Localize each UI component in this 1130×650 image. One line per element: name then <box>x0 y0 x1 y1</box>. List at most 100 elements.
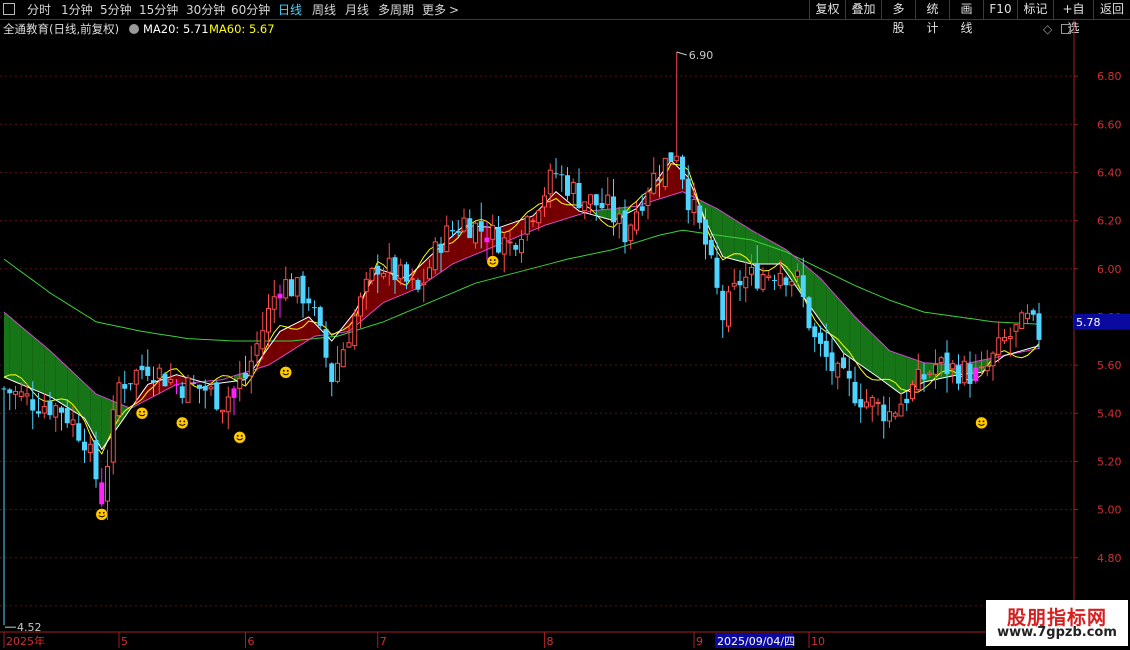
candle-body <box>553 173 559 175</box>
candle-body <box>530 220 536 223</box>
add-favorite-button[interactable]: +自选 <box>1053 0 1093 35</box>
x-tick-label: 2025年 <box>6 634 45 648</box>
candle-body <box>323 329 329 358</box>
more-chevron-icon[interactable]: > <box>449 2 459 18</box>
window-toggle-icon[interactable] <box>3 3 15 15</box>
candle-body <box>685 178 691 211</box>
period-tab-1min[interactable]: 1分钟 <box>61 2 93 18</box>
candle-body <box>289 279 294 297</box>
candle-body <box>87 443 93 454</box>
candle-body <box>708 239 714 256</box>
candle-body <box>749 267 754 275</box>
candle-body <box>910 384 915 400</box>
candle-body <box>795 270 800 277</box>
ma-band-fill <box>101 396 108 450</box>
candle-body <box>519 238 524 254</box>
candle-body <box>13 390 18 395</box>
candle-body <box>933 364 938 375</box>
stats-button[interactable]: 统计 <box>915 0 949 35</box>
candle-body <box>639 206 645 211</box>
smiley-eye <box>179 420 182 423</box>
candle-body <box>927 372 933 375</box>
candle-body <box>674 155 680 162</box>
candle-body <box>145 366 151 376</box>
period-tab-intraday[interactable]: 分时 <box>27 2 51 18</box>
candle-body <box>714 257 720 288</box>
candle-body <box>944 352 950 374</box>
period-tab-15min[interactable]: 15分钟 <box>139 2 178 18</box>
candle-body <box>409 278 415 281</box>
candle-body <box>697 205 703 223</box>
candle-body <box>128 383 133 385</box>
candle-body <box>1002 336 1007 342</box>
candle-body <box>467 218 473 239</box>
ma-band-fill <box>751 230 758 264</box>
period-tab-weekly[interactable]: 周线 <box>312 2 336 18</box>
smiley-eye <box>489 259 492 261</box>
y-tick-label: 5.00 <box>1097 504 1122 517</box>
mark-button[interactable]: 标记 <box>1017 0 1053 19</box>
ma-band-fill <box>855 316 861 366</box>
period-tab-30min[interactable]: 30分钟 <box>186 2 225 18</box>
candle-body <box>191 382 197 384</box>
ma-band-fill <box>757 233 763 264</box>
candle-body <box>772 280 777 282</box>
candle-body <box>864 401 869 408</box>
period-tab-more[interactable]: 更多 <box>422 2 446 18</box>
candle-body <box>283 279 289 299</box>
period-tab-60min[interactable]: 60分钟 <box>231 2 270 18</box>
ma-band-fill <box>291 322 298 351</box>
period-tab-multi[interactable]: 多周期 <box>378 2 414 18</box>
candle-body <box>1025 312 1030 320</box>
candle-body <box>133 369 139 385</box>
candle-body <box>461 217 467 232</box>
candle-body <box>76 423 82 441</box>
candle-body <box>214 382 220 410</box>
ma-band-fill <box>734 219 740 262</box>
candle-body <box>122 384 128 389</box>
candle-body <box>30 399 36 411</box>
candle-body <box>1036 313 1042 340</box>
candle-body <box>404 264 409 282</box>
period-tab-daily[interactable]: 日线 <box>278 2 302 18</box>
candle-body <box>260 330 266 350</box>
candle-body <box>432 241 438 271</box>
candle-body <box>237 377 243 389</box>
candle-body <box>542 195 547 208</box>
candle-body <box>570 181 576 195</box>
smiley-eye <box>143 410 145 413</box>
candle-body <box>846 370 852 379</box>
ma-band-fill <box>44 345 50 397</box>
period-tab-monthly[interactable]: 月线 <box>345 2 369 18</box>
f10-button[interactable]: F10 <box>983 0 1017 19</box>
candle-body <box>835 362 841 378</box>
overlay-button[interactable]: 叠加 <box>845 0 881 19</box>
candle-body <box>616 213 622 224</box>
ma-band-fill <box>510 221 516 240</box>
draw-line-button[interactable]: 画线 <box>949 0 983 35</box>
period-tab-5min[interactable]: 5分钟 <box>100 2 132 18</box>
candle-body <box>70 419 76 425</box>
candle-body <box>887 411 892 422</box>
candlestick-chart[interactable]: 4.604.805.005.205.405.605.806.006.206.40… <box>0 20 1130 650</box>
back-button[interactable]: 返回 <box>1093 0 1130 19</box>
candle-body <box>645 191 651 206</box>
ma-band-fill <box>78 377 85 419</box>
ma-band-fill <box>872 333 878 378</box>
candle-body <box>473 222 478 244</box>
candle-body <box>24 393 30 397</box>
candle-body <box>593 194 599 206</box>
candle-body <box>996 337 1002 355</box>
candle-body <box>352 315 358 346</box>
candle-body <box>1019 312 1025 330</box>
multi-stock-button[interactable]: 多股 <box>881 0 915 35</box>
candle-body <box>225 396 231 413</box>
smiley-eye <box>240 434 243 437</box>
ma-band-fill <box>763 236 769 264</box>
adjust-button[interactable]: 复权 <box>809 0 845 19</box>
candle-body <box>823 340 829 357</box>
candle-body <box>789 281 795 286</box>
candle-body <box>93 440 99 480</box>
candle-body <box>1030 310 1036 315</box>
candle-body <box>185 377 191 403</box>
